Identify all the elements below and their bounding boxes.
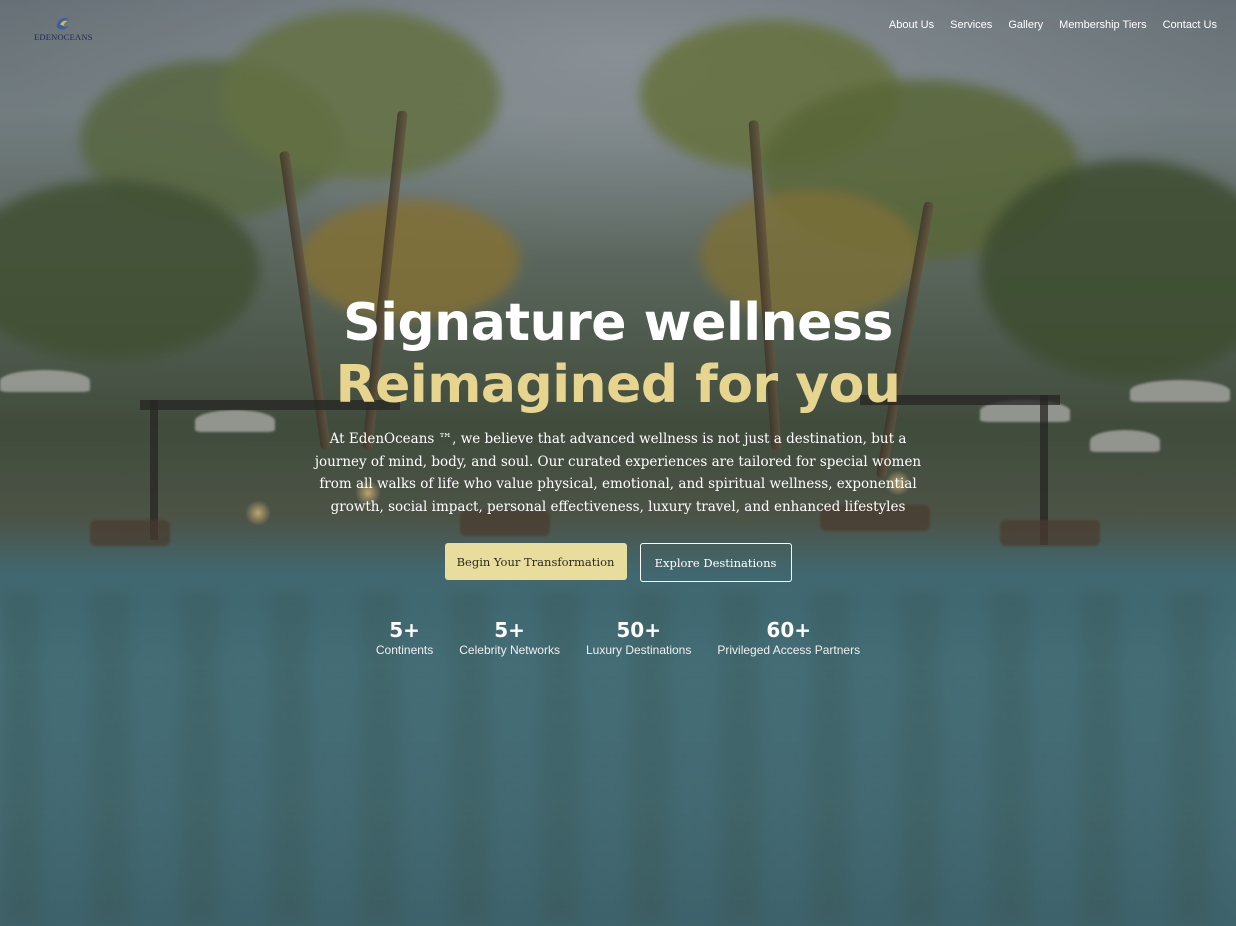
stat-value: 5+ — [389, 618, 420, 642]
begin-transformation-button[interactable]: Begin Your Transformation — [444, 543, 627, 580]
main-nav: About Us Services Gallery Membership Tie… — [889, 19, 1217, 31]
stat-celebrity-networks: 5+ Celebrity Networks — [459, 618, 560, 658]
stat-label: Luxury Destinations — [585, 643, 692, 657]
stat-value: 5+ — [494, 618, 525, 642]
nav-about-us[interactable]: About Us — [889, 19, 934, 31]
stat-value: 50+ — [616, 618, 661, 642]
site-header: EDENOCEANS About Us Services Gallery Mem… — [0, 0, 1236, 56]
stat-label: Celebrity Networks — [459, 643, 560, 657]
nav-membership-tiers[interactable]: Membership Tiers — [1059, 19, 1146, 31]
hero-section: Signature wellness Reimagined for you At… — [0, 292, 1236, 658]
stat-continents: 5+ Continents — [376, 618, 433, 658]
stat-label: Privileged Access Partners — [717, 643, 861, 657]
nav-gallery[interactable]: Gallery — [1008, 19, 1043, 31]
cta-row: Begin Your Transformation Explore Destin… — [0, 543, 1236, 582]
wave-logo-icon — [56, 17, 70, 30]
nav-services[interactable]: Services — [950, 19, 992, 31]
stat-value: 60+ — [766, 618, 812, 642]
stats-row: 5+ Continents 5+ Celebrity Networks 50+ … — [0, 618, 1236, 658]
hero-intro-text: At EdenOceans ™, we believe that advance… — [314, 431, 922, 515]
explore-destinations-button[interactable]: Explore Destinations — [639, 543, 792, 582]
hero-headline-accent: Reimagined for you — [335, 355, 901, 415]
stat-luxury-destinations: 50+ Luxury Destinations — [586, 618, 691, 658]
stat-privileged-access-partners: 60+ Privileged Access Partners — [717, 618, 860, 658]
nav-contact-us[interactable]: Contact Us — [1163, 19, 1217, 31]
stat-label: Continents — [375, 643, 434, 657]
hero-headline: Signature wellness — [343, 293, 893, 353]
logo-text: EDENOCEANS — [34, 32, 93, 42]
logo[interactable]: EDENOCEANS — [34, 14, 94, 44]
